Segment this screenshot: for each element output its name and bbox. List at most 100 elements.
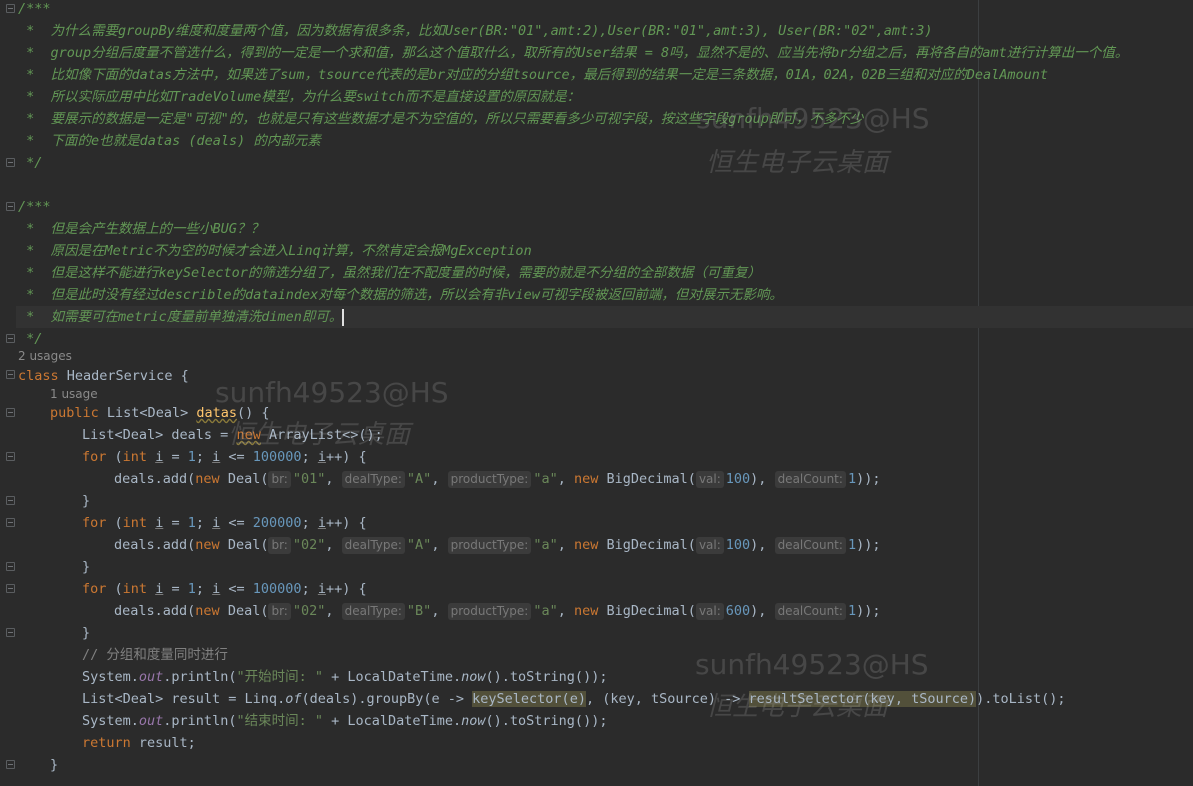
- fold-toggle-icon[interactable]: [6, 452, 15, 461]
- doc-comment-line: * 所以实际应用中比如TradeVolume模型，为什么要switch而不是直接…: [18, 89, 581, 105]
- string-literal: "02": [292, 537, 326, 553]
- class-name[interactable]: HeaderService: [67, 368, 173, 384]
- fold-toggle-icon[interactable]: [6, 202, 15, 211]
- number-literal: 1: [847, 471, 857, 487]
- code-text: result;: [130, 735, 196, 751]
- number-literal: 1: [847, 603, 857, 619]
- doc-comment-line: * group分组后度量不管选什么，得到的一定是一个求和值，那么这个值取什么，取…: [18, 45, 1129, 61]
- doc-comment-line: * 下面的e也就是datas (deals) 的内部元素: [18, 133, 321, 149]
- code-text: deals.add(: [114, 471, 196, 487]
- param-hint: dealType:: [341, 537, 405, 554]
- watermark-id: sunfh49523@HS: [215, 376, 449, 409]
- code-text: + LocalDateTime.: [322, 713, 462, 729]
- loop-var: i: [212, 581, 221, 597]
- param-hint: dealCount:: [774, 603, 846, 620]
- code-text: List<Deal> result = Linq.: [82, 691, 286, 707]
- keyword-public: public: [50, 405, 99, 421]
- doc-comment-line: * 但是此时没有经过describle的dataindex对每个数据的筛选，所以…: [18, 287, 783, 303]
- loop-var: i: [212, 449, 221, 465]
- static-method: of: [285, 691, 302, 707]
- param-hint: dealCount:: [774, 537, 846, 554]
- doc-comment-line: * 原因是在Metric不为空的时候才会进入Linq计算，不然肯定会报MgExc…: [18, 243, 532, 259]
- code-text: deals.add(: [114, 537, 196, 553]
- string-literal: "A": [406, 471, 432, 487]
- fold-toggle-icon[interactable]: [6, 158, 15, 167]
- number-literal: 200000: [252, 515, 302, 531]
- string-literal: "B": [406, 603, 432, 619]
- method-usages-hint[interactable]: 1 usage: [50, 384, 98, 404]
- param-hint: productType:: [447, 471, 532, 488]
- keyword-for: for: [82, 515, 107, 531]
- keyword-int: int: [122, 449, 148, 465]
- doc-comment-line: * 为什么需要groupBy维度和度量两个值，因为数据有很多条，比如User(B…: [18, 23, 933, 39]
- fold-toggle-icon[interactable]: [6, 408, 15, 417]
- fold-toggle-icon[interactable]: [6, 370, 15, 379]
- return-type: List<Deal>: [106, 405, 189, 421]
- string-literal: "a": [533, 603, 558, 619]
- string-literal: "01": [292, 471, 326, 487]
- code-text: .println(: [163, 669, 237, 685]
- param-hint: val:: [695, 471, 724, 488]
- fold-toggle-icon[interactable]: [6, 760, 15, 769]
- fold-toggle-icon[interactable]: [6, 562, 15, 571]
- code-text: BigDecimal(: [606, 471, 696, 487]
- deals-add-call: deals.add(new Deal(br: "02", dealType: "B"…: [114, 603, 881, 620]
- deals-add-call: deals.add(new Deal(br: "01", dealType: "A"…: [114, 471, 881, 488]
- keyword-new: new: [195, 537, 220, 553]
- param-hint: br:: [268, 537, 291, 554]
- param-hint: val:: [695, 537, 724, 554]
- param-hint: dealType:: [341, 471, 405, 488]
- brace: }: [82, 625, 91, 641]
- line-comment: // 分组和度量同时进行: [82, 647, 228, 663]
- string-literal: "A": [406, 537, 432, 553]
- brace: }: [82, 493, 91, 509]
- println-start: System.out.println("开始时间: " + LocalDateT…: [82, 666, 607, 688]
- code-text: ).toList();: [976, 691, 1066, 707]
- doc-comment-line: * 比如像下面的datas方法中，如果选了sum，tsource代表的是br对应…: [18, 67, 1048, 83]
- loop-var: i: [317, 449, 326, 465]
- text-caret: [342, 308, 345, 326]
- fold-toggle-icon[interactable]: [6, 518, 15, 527]
- fold-toggle-icon[interactable]: [6, 584, 15, 593]
- fold-toggle-icon[interactable]: [6, 334, 15, 343]
- doc-comment-open: /***: [18, 1, 51, 17]
- fold-toggle-icon[interactable]: [6, 628, 15, 637]
- number-literal: 1: [187, 515, 196, 531]
- keyword-for: for: [82, 449, 107, 465]
- code-text: .println(: [163, 713, 237, 729]
- doc-comment-line: * 如需要可在metric度量前单独清洗dimen即可。: [18, 309, 343, 325]
- keyword-new: new: [574, 603, 599, 619]
- editor-gutter: [0, 0, 16, 786]
- static-method: now: [461, 669, 486, 685]
- string-literal: "结束时间: ": [236, 713, 323, 729]
- keyword-new: new: [195, 471, 220, 487]
- for-loop-header: for (int i = 1; i <= 200000; i++) {: [82, 515, 367, 531]
- keyword-int: int: [122, 581, 148, 597]
- class-usages-hint[interactable]: 2 usages: [18, 346, 72, 366]
- loop-var: i: [155, 581, 164, 597]
- number-literal: 1: [187, 449, 196, 465]
- param-hint: productType:: [447, 603, 532, 620]
- param-hint: dealType:: [341, 603, 405, 620]
- code-text: ().toString());: [485, 669, 608, 685]
- watermark-id: sunfh49523@HS: [695, 648, 929, 681]
- deals-add-call: deals.add(new Deal(br: "02", dealType: "A"…: [114, 537, 881, 554]
- param-hint: val:: [695, 603, 724, 620]
- code-text: Deal(: [227, 537, 269, 553]
- fold-toggle-icon[interactable]: [6, 496, 15, 505]
- fold-toggle-icon[interactable]: [6, 4, 15, 13]
- doc-comment-line-current[interactable]: * 如需要可在metric度量前单独清洗dimen即可。: [16, 306, 1193, 328]
- brace: }: [50, 757, 59, 773]
- code-text: BigDecimal(: [606, 537, 696, 553]
- loop-var: i: [155, 449, 164, 465]
- keyword-int: int: [122, 515, 148, 531]
- highlighted-call[interactable]: keySelector(e): [472, 691, 586, 707]
- code-text: Deal(: [227, 471, 269, 487]
- param-hint: br:: [268, 603, 291, 620]
- static-field: out: [138, 713, 164, 729]
- loop-var: i: [212, 515, 221, 531]
- brace: }: [82, 559, 91, 575]
- for-loop-header: for (int i = 1; i <= 100000; i++) {: [82, 581, 367, 597]
- return-statement: return result;: [82, 732, 196, 754]
- param-hint: productType:: [447, 537, 532, 554]
